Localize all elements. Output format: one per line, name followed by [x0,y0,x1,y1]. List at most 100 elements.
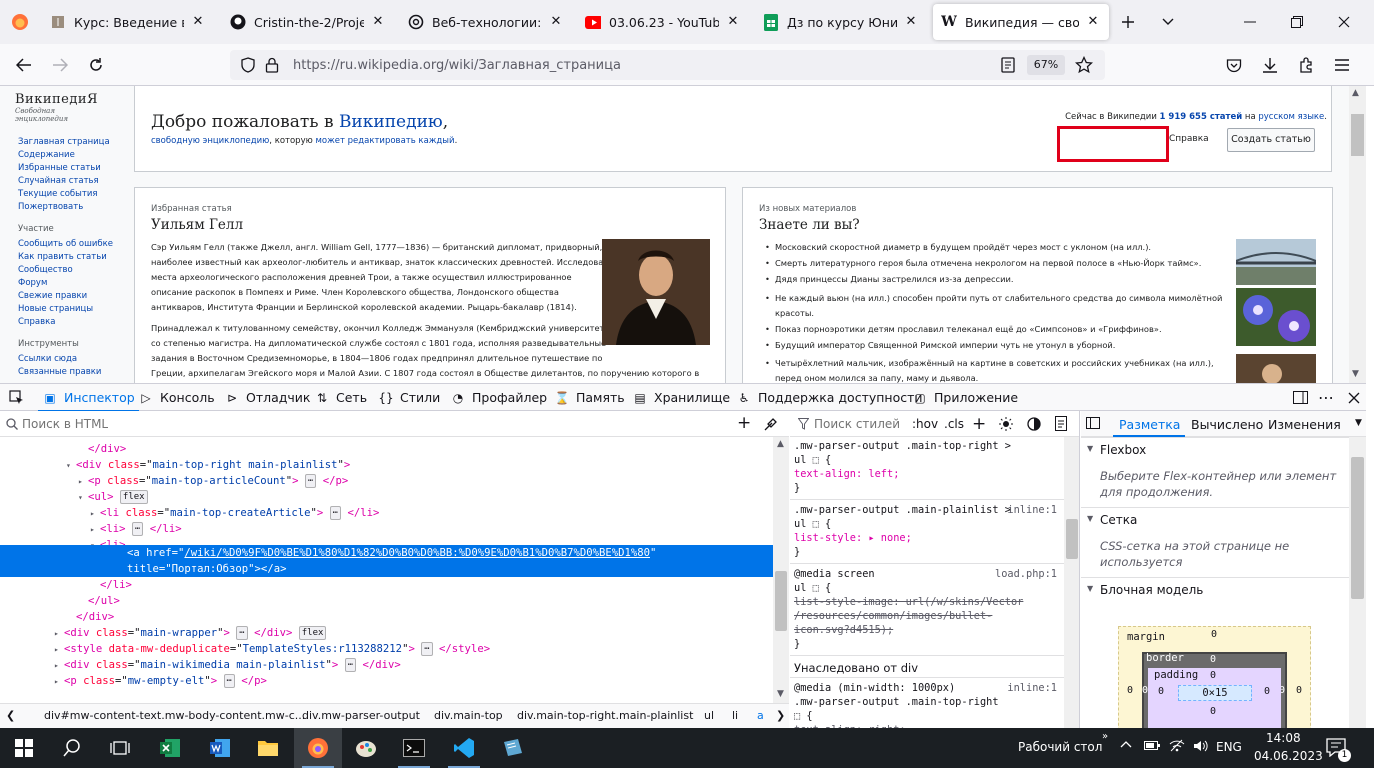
markup-scrollbar[interactable] [773,437,789,703]
reload-icon[interactable] [82,51,110,79]
markup-node-line[interactable]: </li> [90,577,132,593]
cls-toggle[interactable]: .cls [944,417,964,431]
sidebar-link[interactable]: Сообщить об ошибке [18,238,113,251]
sidebar-link[interactable]: Форум [18,277,113,290]
sidebar-link[interactable]: Новые страницы [18,303,113,316]
layout-scroll-thumb[interactable] [1351,457,1364,599]
toolbar-expand-icon[interactable]: » [1102,731,1108,742]
russian-language-link[interactable]: русском языке [1258,112,1324,122]
close-tab-icon[interactable]: ✕ [548,14,564,30]
breadcrumb-item[interactable]: div.mw-parser-output [302,709,420,722]
eyedropper-icon[interactable] [764,417,778,431]
devtools-tab[interactable]: ▢ Приложение [912,384,1018,411]
dark-theme-icon[interactable] [1027,417,1041,431]
markup-node-line[interactable]: ▾ <ul> flex [78,489,148,506]
close-devtools-icon[interactable] [1346,384,1368,411]
browser-tab[interactable]: Курс: Введение в конт ✕ [42,4,214,40]
css-rule-source-link[interactable]: inline:1 [1007,681,1057,695]
create-article-button[interactable]: Создать статью [1227,128,1315,152]
browser-tab[interactable]: Веб-технологии: вчер ✕ [400,4,572,40]
breadcrumb-item[interactable]: ul [704,709,714,722]
layout-tabs-chevron-down-icon[interactable]: ▼ [1355,418,1362,428]
html-search-bar[interactable]: Поиск в HTML + [0,411,789,437]
devtools-tab[interactable]: ▷ Консоль [138,384,214,411]
close-tab-icon[interactable]: ✕ [1085,14,1101,30]
tab-list-chevron-down-icon[interactable] [1154,8,1182,36]
markup-badge[interactable]: ⋯ [236,626,248,640]
firefox-taskbar-icon[interactable] [294,728,342,768]
element-picker-icon[interactable] [8,384,30,411]
help-link[interactable]: Справка [1169,134,1209,144]
css-rule-line[interactable]: ul ⬚ { [794,517,831,531]
add-rule-plus-icon[interactable]: + [972,414,986,434]
sidebar-link[interactable]: Сообщество [18,264,113,277]
rules-scrollbar[interactable] [1064,437,1079,729]
browser-tab[interactable]: W Википедия — свобод ✕ [933,4,1109,40]
boy-painting-image[interactable] [1236,354,1316,383]
tray-chevron-up-icon[interactable] [1120,740,1132,748]
markup-node-line[interactable]: ▸ <div class="main-wikimedia main-plainli… [54,657,401,674]
padding-right-value[interactable]: 0 [1264,686,1270,697]
search-icon[interactable] [48,728,96,768]
css-rule-line[interactable]: .mw-parser-output .main-top-right [794,695,999,709]
css-rule-line[interactable]: @media screen [794,567,875,581]
scroll-up-arrow-icon[interactable]: ▲ [1352,88,1359,98]
morning-glory-flowers-image[interactable] [1236,288,1316,346]
firefox-menu-icon[interactable] [6,8,34,36]
scroll-down-arrow-icon[interactable]: ▼ [1352,369,1359,379]
layout-tab[interactable]: Вычислено [1191,417,1263,432]
sidebar-link[interactable]: Текущие события [18,188,113,201]
dyk-item[interactable]: Четырёхлетний мальчик, изображённый на к… [765,356,1214,371]
devtools-tab[interactable]: ⇅ Сеть [314,384,367,411]
sidebar-link[interactable]: Заглавная страница [18,136,113,149]
css-rule-line[interactable]: } [794,545,800,559]
selected-href-link[interactable]: /wiki/%D0%9F%D0%BE%D1%80%D1%82%D0%B0%D0%… [184,547,650,559]
welcome-wikipedia-link[interactable]: Википедию [339,112,443,132]
new-tab-button[interactable] [1114,8,1142,36]
collapsed-caret-icon[interactable]: ▸ [54,626,64,642]
dyk-item[interactable]: Показ порноэротики детям прославил телек… [765,322,1162,337]
excel-icon[interactable] [146,728,194,768]
close-window-button[interactable] [1330,8,1358,36]
devtools-tab[interactable]: {} Стили [378,384,440,411]
layout-tab[interactable]: Изменения [1268,417,1341,432]
box-model-section[interactable]: ▼ Блочная модель [1081,577,1349,601]
breadcrumb-item[interactable]: div.main-top-right.main-plainlist [517,709,693,722]
toggle-sidebar-icon[interactable] [1086,417,1100,429]
css-rule-line[interactable]: .mw-parser-output .main-top-right > [794,439,1011,453]
markup-scroll-down-icon[interactable]: ▼ [777,689,784,699]
vscode-icon[interactable] [440,728,488,768]
css-rule-line[interactable]: ul ⬚ { [794,453,831,467]
pocket-icon[interactable] [1220,51,1248,79]
featured-title[interactable]: Уильям Гелл [151,217,243,233]
markup-node-line[interactable]: </div> [66,609,114,625]
terminal-icon[interactable] [390,728,438,768]
address-bar[interactable]: https://ru.wikipedia.org/wiki/Заглавная_… [230,50,1105,80]
rules-scroll-thumb[interactable] [1066,519,1078,559]
margin-right-value[interactable]: 0 [1296,685,1302,696]
sidebar-link[interactable]: Содержание [18,149,113,162]
dyk-item[interactable]: Московский скоростной диаметр в будущем … [765,240,1151,255]
devtools-more-options-icon[interactable]: ⋯ [1318,384,1334,411]
sidebar-link[interactable]: Ссылки сюда [18,353,113,366]
sidebar-link[interactable]: Случайная статья [18,175,113,188]
sidebar-link[interactable]: Пожертвовать [18,201,113,214]
css-rule-line[interactable]: ⬚ { [794,709,813,723]
margin-top-value[interactable]: 0 [1211,629,1217,640]
collapsed-caret-icon[interactable]: ▸ [90,506,100,522]
padding-left-value[interactable]: 0 [1158,686,1164,697]
css-rule-line[interactable]: /resources/common/images/bullet- [794,609,992,623]
article-count-link[interactable]: 1 919 655 статей [1160,112,1243,122]
browser-tab[interactable]: 03.06.23 - YouTube ✕ [577,4,749,40]
word-icon[interactable] [196,728,244,768]
extensions-icon[interactable] [1292,51,1320,79]
markup-node-line[interactable]: ▸ <p class="main-top-articleCount"> ⋯ </p… [78,473,348,490]
markup-badge[interactable]: flex [298,626,327,640]
tracking-protection-shield-icon[interactable] [240,57,256,73]
sidebar-link[interactable]: Избранные статьи [18,162,113,175]
markup-scroll-up-icon[interactable]: ▲ [777,439,784,449]
dyk-item[interactable]: Не каждый вьюн (на илл.) способен пройти… [765,291,1222,306]
dyk-item[interactable]: Будущий император Священной Римской импе… [765,338,1115,353]
markup-badge[interactable]: ⋯ [304,474,317,488]
sidebar-link[interactable]: Свежие правки [18,290,113,303]
